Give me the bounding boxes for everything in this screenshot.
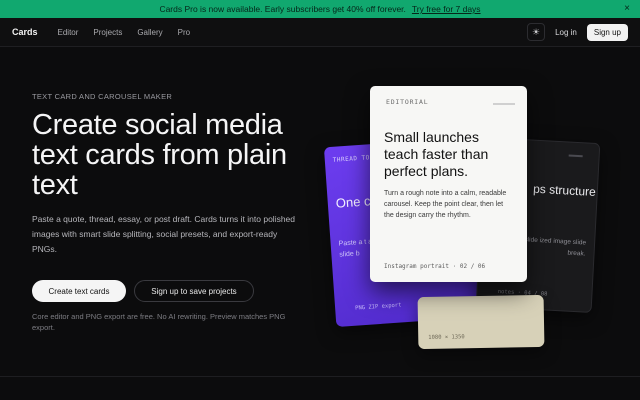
card-label: EDITORIAL: [386, 98, 429, 106]
preview-card-editorial: EDITORIAL Small launches teach faster th…: [370, 86, 527, 282]
card-body: Turn a rough note into a calm, readable …: [384, 190, 507, 219]
banner-cta-link[interactable]: Try free for 7 days: [412, 4, 481, 14]
section-divider: [0, 376, 640, 377]
close-icon[interactable]: ×: [624, 3, 630, 14]
hero-subtitle: Paste a quote, thread, essay, or post dr…: [32, 214, 296, 254]
preview-card-beige: 1080 × 1350: [417, 294, 545, 350]
nav-link-gallery[interactable]: Gallery: [137, 28, 162, 37]
hero-title: Create social media text cards from plai…: [32, 109, 287, 201]
banner-message: Cards Pro is now available. Early subscr…: [159, 4, 406, 14]
card-headline: Small launches teach faster than perfect…: [384, 129, 489, 179]
nav-link-projects[interactable]: Projects: [93, 28, 122, 37]
card-label: THREAD TO: [332, 154, 370, 164]
card-footer: 1080 × 1350: [428, 334, 465, 341]
hero-note: Core editor and PNG export are free. No …: [32, 312, 286, 332]
card-footer: Instagram portrait · 02 / 06: [384, 263, 486, 270]
create-text-cards-button[interactable]: Create text cards: [32, 280, 126, 302]
nav-link-pro[interactable]: Pro: [178, 28, 190, 37]
brand-logo[interactable]: Cards: [12, 27, 38, 37]
card-footer: PNG ZIP export: [355, 302, 402, 312]
sun-icon[interactable]: ☀: [527, 23, 546, 41]
signup-save-projects-button[interactable]: Sign up to save projects: [134, 280, 254, 302]
login-link[interactable]: Log in: [555, 28, 577, 37]
nav-actions: ☀ Log in Sign up: [527, 23, 628, 41]
top-nav: Cards Editor Projects Gallery Pro ☀ Log …: [0, 18, 640, 47]
signup-button[interactable]: Sign up: [586, 23, 628, 41]
nav-link-editor[interactable]: Editor: [58, 28, 79, 37]
card-accent-bar: [568, 154, 583, 158]
card-accent-bar: [493, 103, 515, 105]
hero-eyebrow: TEXT CARD AND CAROUSEL MAKER: [32, 92, 173, 101]
announcement-banner: Cards Pro is now available. Early subscr…: [0, 0, 640, 18]
